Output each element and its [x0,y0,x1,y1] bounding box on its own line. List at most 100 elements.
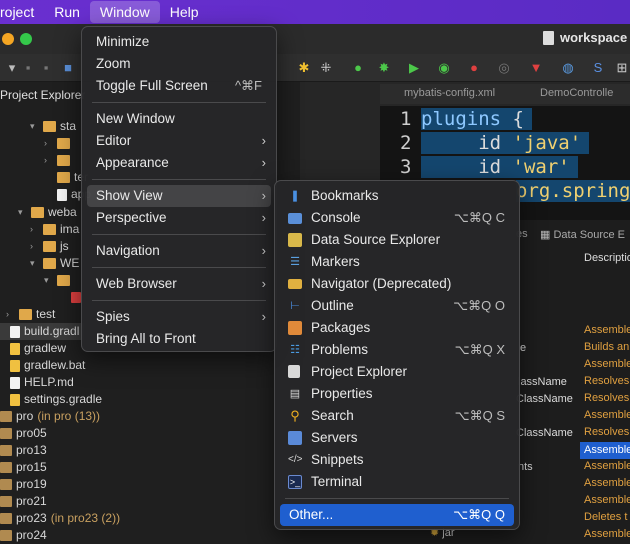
run-icon[interactable]: ▶ [406,60,422,76]
project-item[interactable]: pro24 [0,527,47,544]
menu-item-appearance[interactable]: Appearance › [82,152,276,174]
task-description-selected[interactable]: Assemble [580,442,630,459]
tree-item[interactable]: settings.gradle [10,391,102,408]
menu-item-project-explorer[interactable]: Project Explorer [275,361,519,383]
debug-tools-icon[interactable]: ✱ [296,60,312,76]
project-item[interactable]: pro23 (in pro23 (2)) [0,510,120,527]
tree-item[interactable]: ▾ WE [30,255,79,272]
project-item[interactable]: pro19 [0,476,47,493]
menu-item-new-window[interactable]: New Window [82,108,276,130]
menubar-window[interactable]: Window [89,1,160,23]
new-icon[interactable]: ▾ [4,60,20,76]
tree-item[interactable]: › test [6,306,55,323]
outline-icon: ⊢ [290,300,300,312]
save-icon[interactable]: ▪ [20,60,36,76]
menubar-help[interactable]: Help [160,0,209,24]
menu-item-console[interactable]: Console ⌥⌘Q C [275,207,519,229]
menu-item-other[interactable]: Other... ⌥⌘Q Q [280,504,514,526]
run-last-icon[interactable]: ● [350,60,366,76]
monitor-icon[interactable]: ■ [60,60,76,76]
menu-item-navigator[interactable]: Navigator (Deprecated) [275,273,519,295]
tree-item[interactable]: › js [30,238,69,255]
menu-separator [92,179,266,180]
menu-item-markers[interactable]: ☰ Markers [275,251,519,273]
menu-item-navigation[interactable]: Navigation › [82,240,276,262]
task-name: ClassName [516,427,573,439]
menu-item-zoom[interactable]: Zoom [82,53,276,75]
debug-icon[interactable]: ✸ [376,60,392,76]
task-description: Assemble [584,324,630,336]
stop-icon[interactable]: ◎ [496,60,512,76]
menu-item-perspective[interactable]: Perspective › [82,207,276,229]
project-item[interactable]: pro15 [0,459,47,476]
menu-item-snippets[interactable]: </> Snippets [275,449,519,471]
project-item[interactable]: pro13 [0,442,47,459]
menu-item-search[interactable]: ⚲ Search ⌥⌘Q S [275,405,519,427]
task-name: lassName [518,376,567,388]
chevron-right-icon: › [261,188,266,203]
tree-item[interactable]: ▾ [44,272,74,289]
tree-item[interactable]: › [44,152,74,169]
task-description: Resolves [584,426,630,438]
zoom-icon[interactable] [20,33,32,45]
close-icon[interactable] [2,33,14,45]
menu-item-data-source-explorer[interactable]: Data Source Explorer [275,229,519,251]
project-item[interactable]: pro05 [0,425,47,442]
globe-icon[interactable]: ◍ [560,60,576,76]
menu-item-toggle-full-screen[interactable]: Toggle Full Screen ^⌘F [82,75,276,97]
tree-item[interactable]: ▾ weba [18,204,77,221]
task-name: e [520,342,527,354]
tree-item[interactable]: HELP.md [10,374,74,391]
project-item[interactable]: pro (in pro (13)) [0,408,100,425]
tab-mybatis-config[interactable]: mybatis-config.xml [404,87,495,99]
menu-item-show-view[interactable]: Show View › [87,185,271,207]
tree-item[interactable]: › [44,135,74,152]
skip-icon[interactable]: ⁜ [318,60,334,76]
task-description: Resolves [584,375,630,387]
menu-item-bookmarks[interactable]: ❚ Bookmarks [275,185,519,207]
task-description: Assemble [584,460,630,472]
menu-bar: roject Run Window Help [0,0,630,24]
tree-item[interactable]: gradlew [10,340,66,357]
chevron-right-icon: › [261,210,266,225]
menu-item-problems[interactable]: ☷ Problems ⌥⌘Q X [275,339,519,361]
code-line: id 'war' [421,156,578,178]
editor-tabs: mybatis-config.xml DemoControlle [380,84,630,104]
menu-item-spies[interactable]: Spies › [82,306,276,328]
menu-item-editor[interactable]: Editor › [82,130,276,152]
menu-item-bring-all-to-front[interactable]: Bring All to Front [82,328,276,350]
project-explorer-title: Project Explorer [0,88,86,102]
chevron-right-icon: › [261,155,266,170]
menu-separator [92,102,266,103]
menu-item-web-browser[interactable]: Web Browser › [82,273,276,295]
menu-item-outline[interactable]: ⊢ Outline ⌥⌘Q O [275,295,519,317]
menu-item-minimize[interactable]: Minimize [82,31,276,53]
coverage-icon[interactable]: ◉ [436,60,452,76]
task-name: nts [518,461,533,473]
save-all-icon[interactable]: ▪ [38,60,54,76]
menu-item-terminal[interactable]: >_ Terminal [275,471,519,493]
menubar-run[interactable]: Run [44,0,90,24]
tree-item[interactable]: build.gradl [0,323,84,340]
code-line: plugins { [421,108,532,130]
markers-icon: ☰ [290,256,300,268]
deploy-icon[interactable]: ▼ [528,60,544,76]
menu-item-packages[interactable]: Packages [275,317,519,339]
menu-item-properties[interactable]: ▤ Properties [275,383,519,405]
open-type-icon[interactable]: ⊞ [614,60,630,76]
column-description: Descriptio [584,252,630,264]
tree-item[interactable]: › ima [30,221,79,238]
tab-data-source[interactable]: ▦ Data Source E [540,228,625,241]
menu-item-servers[interactable]: Servers [275,427,519,449]
external-tools-icon[interactable]: ● [466,60,482,76]
chevron-right-icon: › [261,133,266,148]
navigator-icon [288,279,302,289]
tree-item[interactable]: ▾ sta [30,118,76,135]
tree-item[interactable]: gradlew.bat [10,357,85,374]
project-item[interactable]: pro21 [0,493,47,510]
task-description: Deletes t [584,511,628,523]
menubar-project[interactable]: roject [0,0,44,24]
new-spring-icon[interactable]: S [590,60,606,76]
packages-icon [288,321,302,335]
tab-demo-controller[interactable]: DemoControlle [540,87,613,99]
